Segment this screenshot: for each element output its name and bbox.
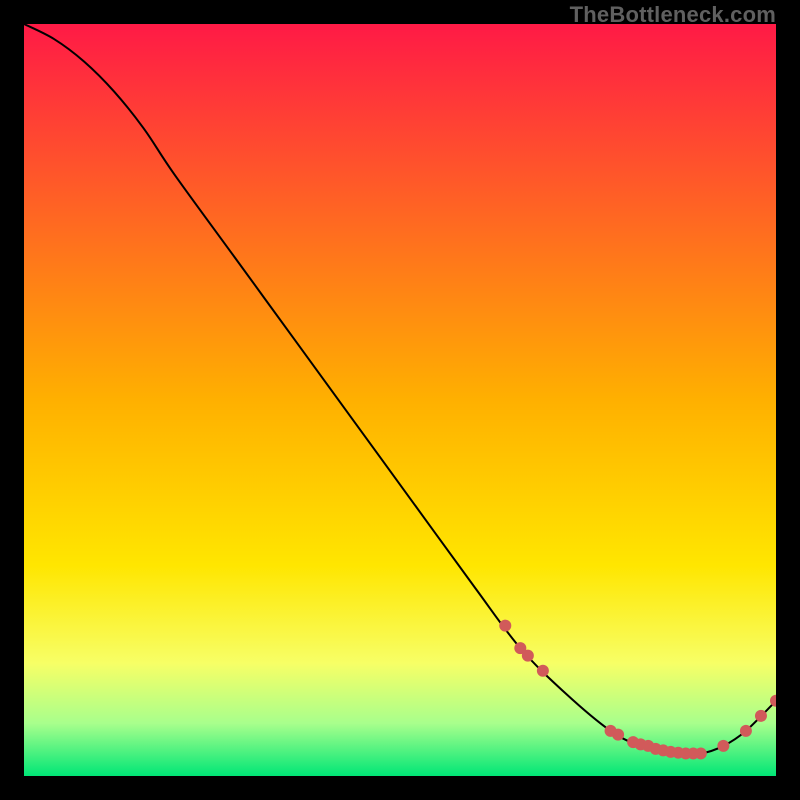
highlight-dot bbox=[522, 650, 534, 662]
highlight-dot bbox=[755, 710, 767, 722]
highlight-dot bbox=[499, 620, 511, 632]
highlight-dot bbox=[537, 665, 549, 677]
highlight-dot bbox=[612, 729, 624, 741]
plot-background bbox=[24, 24, 776, 776]
highlight-dot bbox=[717, 740, 729, 752]
chart-stage: TheBottleneck.com bbox=[0, 0, 800, 800]
bottleneck-chart bbox=[24, 24, 776, 776]
highlight-dot bbox=[695, 747, 707, 759]
highlight-dot bbox=[740, 725, 752, 737]
